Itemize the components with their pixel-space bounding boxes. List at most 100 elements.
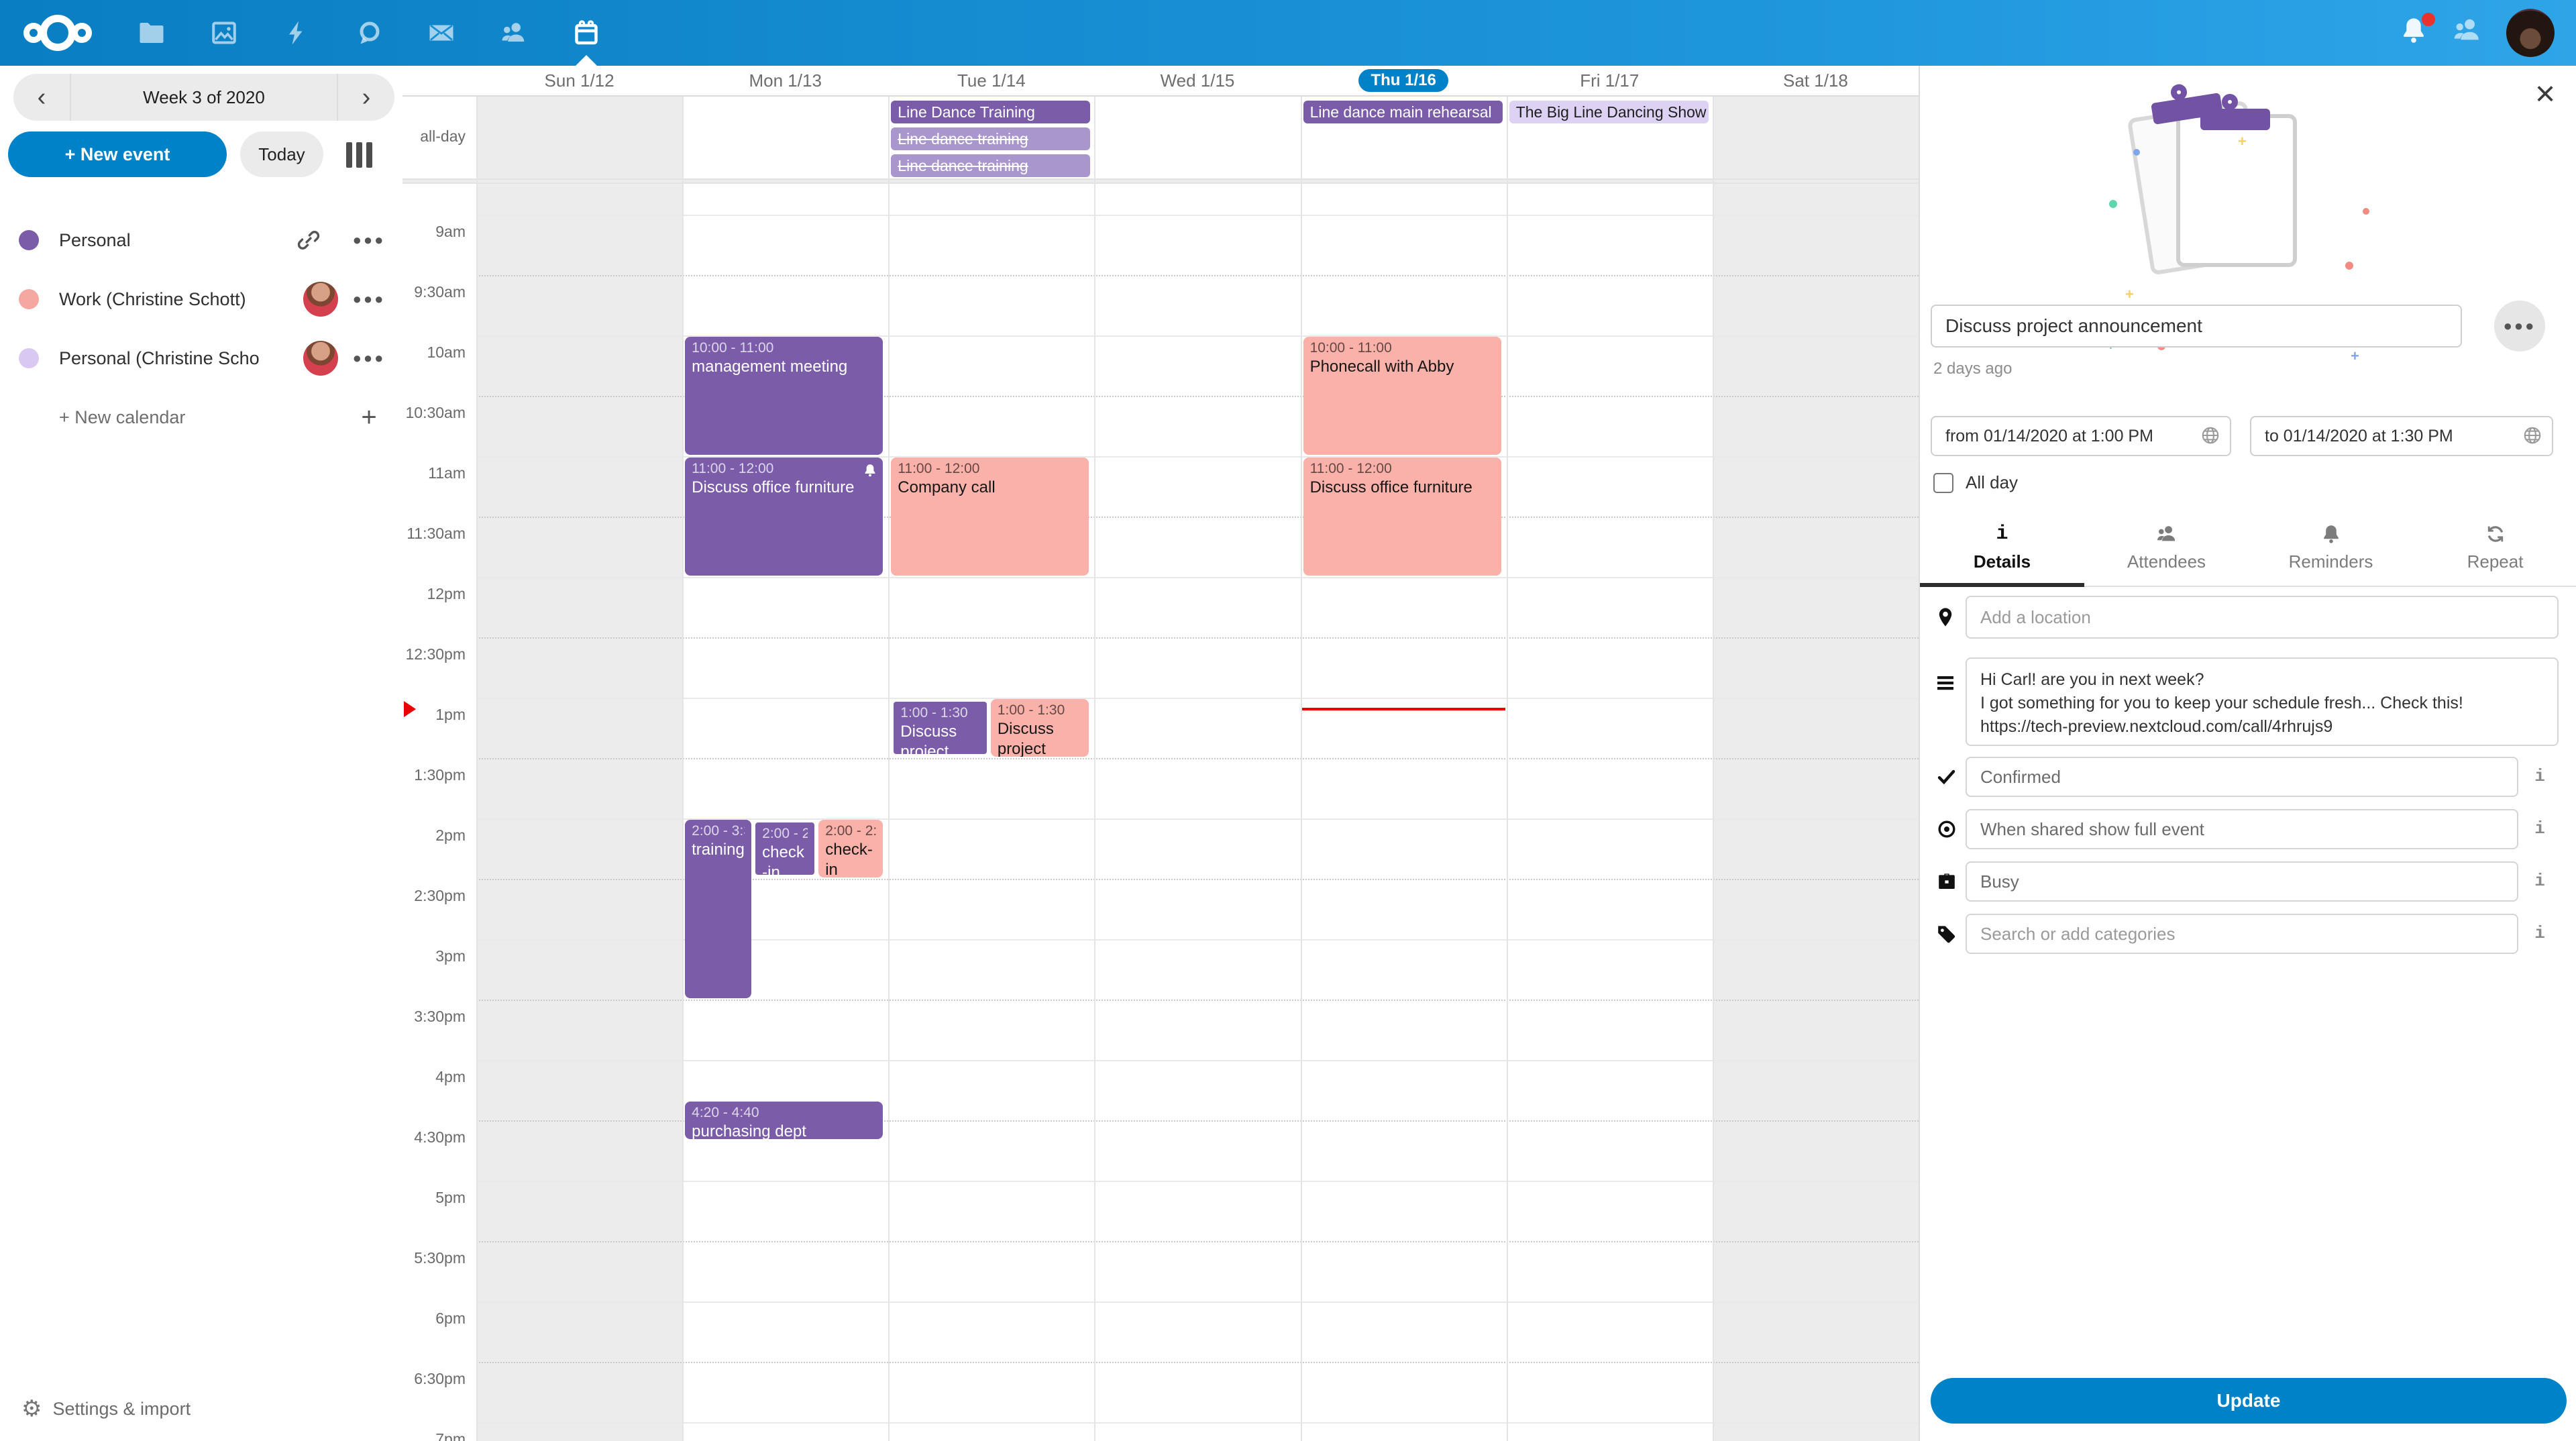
new-calendar-button[interactable]: + New calendar + bbox=[0, 388, 402, 447]
day-header-fri-1-17: Fri 1/17 bbox=[1507, 66, 1713, 95]
event-training[interactable]: 2:00 - 3:30 training bbox=[685, 820, 751, 998]
info-icon[interactable]: i bbox=[2530, 766, 2549, 786]
weekend-shading bbox=[1713, 95, 1919, 178]
grid-line bbox=[476, 215, 1919, 216]
day-header-thu-1-16: Thu 1/16 bbox=[1301, 66, 1507, 95]
check-icon bbox=[1936, 766, 1957, 788]
event-purchasing-dept[interactable]: 4:20 - 4:40 purchasing dept bbox=[685, 1102, 883, 1139]
description-icon bbox=[1935, 672, 1956, 694]
settings-and-import[interactable]: ⚙ Settings & import bbox=[21, 1395, 191, 1422]
location-input[interactable] bbox=[1966, 596, 2559, 639]
app-icon-mail[interactable] bbox=[405, 0, 478, 66]
info-icon[interactable]: i bbox=[2530, 818, 2549, 839]
share-link-icon[interactable] bbox=[297, 228, 321, 252]
sidebar-calendar-work-christine-schott[interactable]: Work (Christine Schott) ●●● bbox=[0, 270, 402, 329]
day-label: Tue 1/14 bbox=[957, 70, 1026, 91]
tab-attendees[interactable]: Attendees bbox=[2084, 513, 2249, 586]
week-label: Week 3 of 2020 bbox=[71, 74, 337, 121]
app-icon-activity[interactable] bbox=[260, 0, 333, 66]
today-button[interactable]: Today bbox=[240, 131, 323, 177]
allday-event-line-dance-training[interactable]: Line dance training bbox=[891, 154, 1090, 177]
more-actions-button[interactable]: ●●● bbox=[2494, 301, 2545, 352]
event-end-input[interactable] bbox=[2250, 416, 2553, 456]
time-label: 12:30pm bbox=[402, 645, 466, 663]
previous-week-button[interactable]: ‹ bbox=[13, 74, 71, 121]
calendar-menu-icon[interactable]: ●●● bbox=[349, 350, 389, 367]
nextcloud-logo-icon[interactable] bbox=[16, 12, 99, 54]
time-label: 9am bbox=[402, 223, 466, 241]
busy-status-field[interactable] bbox=[1966, 861, 2518, 902]
settings-label: Settings & import bbox=[52, 1399, 191, 1420]
confetti-plus: + bbox=[2351, 348, 2359, 365]
categories-field[interactable] bbox=[1966, 914, 2518, 954]
user-avatar[interactable] bbox=[2506, 9, 2555, 57]
event-discuss-project-announcement[interactable]: 1:00 - 1:30 Discuss project announcement bbox=[891, 699, 989, 757]
event-title-input[interactable] bbox=[1931, 305, 2462, 348]
allday-event-line-dance-main-rehearsal[interactable]: Line dance main rehearsal bbox=[1303, 101, 1503, 123]
app-icon-files[interactable] bbox=[115, 0, 188, 66]
confetti-dot bbox=[2109, 200, 2117, 208]
event-company-call[interactable]: 11:00 - 12:00 Company call bbox=[891, 458, 1089, 576]
attendees-people-icon bbox=[2156, 523, 2178, 545]
grid-line bbox=[476, 637, 1919, 639]
next-week-button[interactable]: › bbox=[337, 74, 394, 121]
event-discuss-project[interactable]: 1:00 - 1:30 Discuss project bbox=[991, 699, 1089, 757]
event-check-in[interactable]: 2:00 - 2:30 check-in bbox=[818, 820, 883, 877]
new-event-button[interactable]: + New event bbox=[8, 131, 227, 177]
sidebar-calendar-personal[interactable]: Personal ●●● bbox=[0, 211, 402, 270]
sidebar-calendar-personal-christine-scho[interactable]: Personal (Christine Scho... ●●● bbox=[0, 329, 402, 388]
contacts-menu-icon[interactable] bbox=[2453, 15, 2487, 50]
notifications-bell-icon[interactable] bbox=[2399, 15, 2434, 50]
calendar-menu-icon[interactable]: ●●● bbox=[349, 290, 389, 308]
time-grid[interactable]: 9am9:30am10am10:30am11am11:30am12pm12:30… bbox=[402, 184, 1919, 1441]
calendar-list: Personal ●●● Work (Christine Schott) ●●●… bbox=[0, 211, 402, 447]
event-start-input[interactable] bbox=[1931, 416, 2231, 456]
grid-line bbox=[476, 1060, 1919, 1061]
event-title: check-in bbox=[762, 843, 808, 877]
time-label: 3:30pm bbox=[402, 1008, 466, 1026]
all-day-checkbox[interactable] bbox=[1933, 473, 1953, 493]
confetti-dot bbox=[2363, 208, 2369, 215]
info-icon[interactable]: i bbox=[2530, 923, 2549, 943]
reminder-bell-icon bbox=[863, 463, 877, 478]
app-icon-contacts[interactable] bbox=[478, 0, 550, 66]
tab-repeat[interactable]: Repeat bbox=[2413, 513, 2576, 586]
day-header-sun-1-12: Sun 1/12 bbox=[476, 66, 682, 95]
all-day-row: All day bbox=[1933, 472, 2018, 493]
view-columns-icon[interactable] bbox=[346, 142, 372, 168]
event-time: 10:00 - 11:00 bbox=[692, 339, 876, 357]
time-label: 4pm bbox=[402, 1068, 466, 1086]
app-icon-talk[interactable] bbox=[333, 0, 405, 66]
app-navigation bbox=[115, 0, 623, 66]
description-textarea[interactable] bbox=[1966, 657, 2559, 746]
visibility-field[interactable] bbox=[1966, 809, 2518, 849]
location-pin-icon bbox=[1935, 606, 1956, 628]
event-title: Phonecall with Abby bbox=[1310, 357, 1495, 377]
folder-icon bbox=[138, 19, 165, 46]
mail-icon bbox=[428, 19, 455, 46]
update-button[interactable]: Update bbox=[1931, 1378, 2567, 1424]
event-discuss-office-furniture[interactable]: 11:00 - 12:00 Discuss office furniture bbox=[1303, 458, 1501, 576]
allday-event-line-dance-training[interactable]: Line Dance Training bbox=[891, 101, 1090, 123]
time-label: 10am bbox=[402, 343, 466, 362]
day-header-row: Sun 1/12 Mon 1/13 Tue 1/14 Wed 1/15 Thu … bbox=[402, 66, 1919, 97]
tab-label: Reminders bbox=[2289, 551, 2373, 572]
day-header-mon-1-13: Mon 1/13 bbox=[682, 66, 888, 95]
event-discuss-office-furniture[interactable]: 11:00 - 12:00 Discuss office furniture bbox=[685, 458, 883, 576]
app-icon-photos[interactable] bbox=[188, 0, 260, 66]
close-icon[interactable]: × bbox=[2526, 74, 2564, 114]
column-line bbox=[888, 95, 890, 1441]
event-management-meeting[interactable]: 10:00 - 11:00 management meeting bbox=[685, 337, 883, 455]
header-right bbox=[2399, 0, 2555, 66]
allday-event-the-big-line-dancing-show[interactable]: The Big Line Dancing Show bbox=[1509, 101, 1709, 123]
event-check-in[interactable]: 2:00 - 2:30 check-in bbox=[753, 820, 817, 877]
status-field[interactable] bbox=[1966, 757, 2518, 797]
tab-reminders[interactable]: Reminders bbox=[2249, 513, 2413, 586]
info-icon[interactable]: i bbox=[2530, 871, 2549, 891]
event-time: 11:00 - 12:00 bbox=[1310, 460, 1495, 478]
grid-line bbox=[476, 1000, 1919, 1001]
event-phonecall-with-abby[interactable]: 10:00 - 11:00 Phonecall with Abby bbox=[1303, 337, 1501, 455]
tab-details[interactable]: iDetails bbox=[1920, 513, 2084, 586]
allday-event-line-dance-training[interactable]: Line dance training bbox=[891, 127, 1090, 150]
calendar-menu-icon[interactable]: ●●● bbox=[349, 231, 389, 249]
